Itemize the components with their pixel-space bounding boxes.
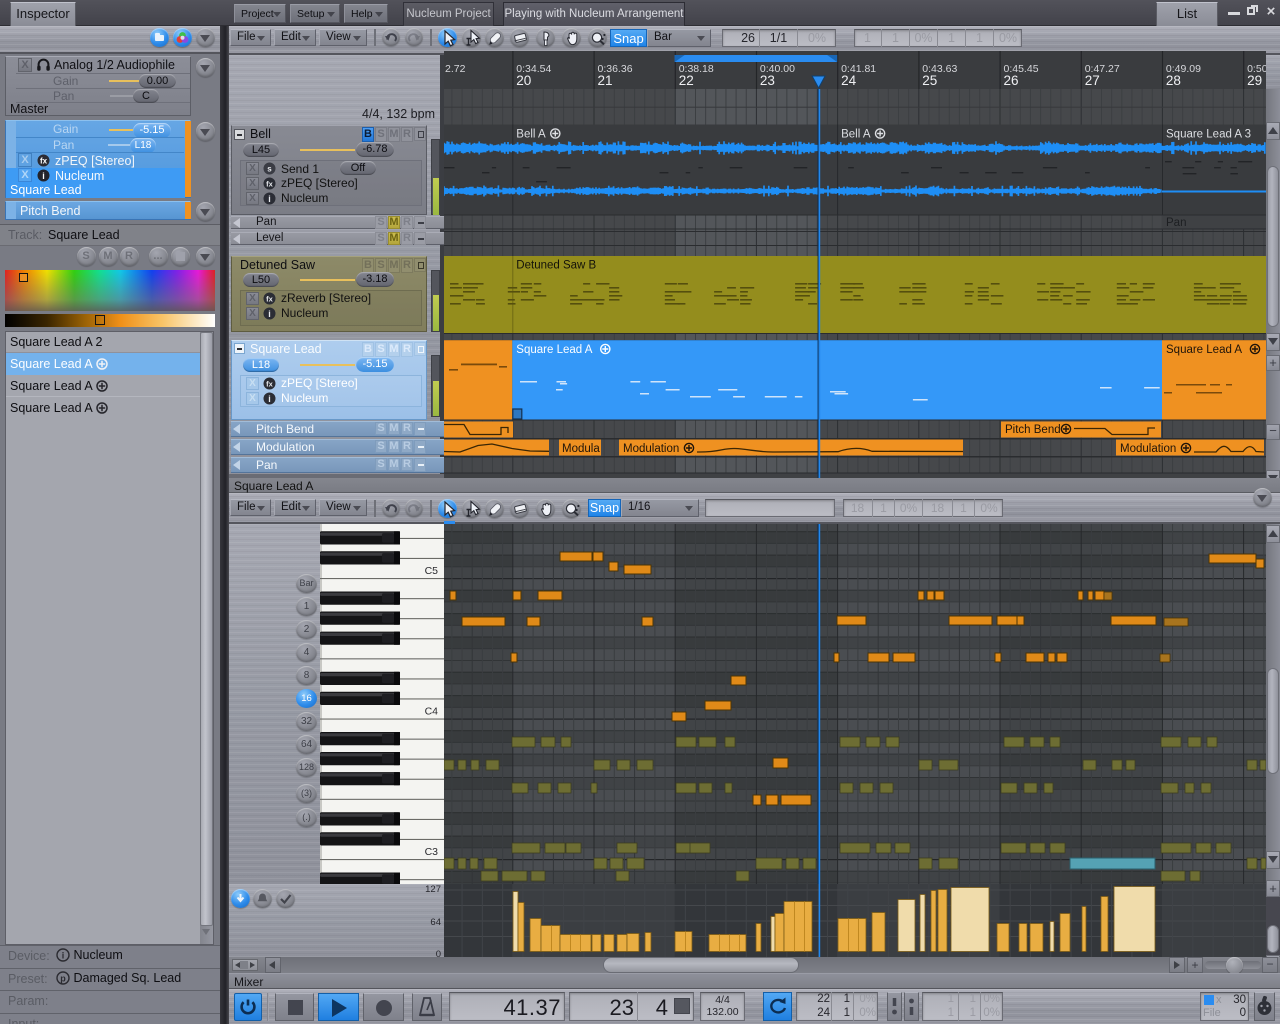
svg-text:27: 27 (1085, 73, 1100, 88)
svg-text:20: 20 (516, 73, 531, 88)
svg-text:C3: C3 (425, 846, 439, 858)
svg-text:29: 29 (1247, 73, 1262, 88)
svg-text:28: 28 (1166, 73, 1181, 88)
svg-text:Bell A: Bell A (841, 129, 871, 141)
svg-text:i: i (62, 951, 65, 961)
svg-text:25: 25 (922, 73, 937, 88)
svg-text:s: s (267, 165, 272, 174)
svg-text:21: 21 (598, 73, 613, 88)
svg-text:26: 26 (1004, 73, 1019, 88)
svg-text:fx: fx (40, 157, 48, 166)
svg-text:Square Lead A: Square Lead A (516, 344, 592, 356)
svg-text:fx: fx (266, 295, 273, 304)
svg-text:C5: C5 (425, 565, 439, 577)
svg-text:Bell A: Bell A (516, 129, 546, 141)
svg-text:Modulation: Modulation (1120, 443, 1176, 455)
svg-text:Square Lead A 3: Square Lead A 3 (1166, 129, 1251, 141)
svg-text:2.72: 2.72 (445, 63, 466, 75)
svg-text:C4: C4 (425, 706, 439, 718)
svg-text:fx: fx (266, 180, 273, 189)
svg-text:Modula: Modula (562, 443, 600, 455)
svg-text:Square Lead A: Square Lead A (1166, 344, 1242, 356)
svg-text:i: i (268, 194, 271, 204)
svg-text:i: i (268, 309, 271, 319)
svg-text:i: i (42, 171, 45, 181)
svg-text:Detuned Saw B: Detuned Saw B (516, 260, 596, 272)
svg-text:23: 23 (760, 73, 775, 88)
svg-text:22: 22 (679, 73, 694, 88)
svg-text:Pitch Bend: Pitch Bend (1005, 424, 1061, 436)
svg-text:i: i (268, 394, 271, 404)
svg-text:fx: fx (266, 380, 273, 389)
svg-text:Modulation: Modulation (623, 443, 679, 455)
svg-text:Pan: Pan (1166, 217, 1186, 229)
svg-text:24: 24 (841, 73, 857, 88)
svg-text:p: p (60, 973, 66, 983)
